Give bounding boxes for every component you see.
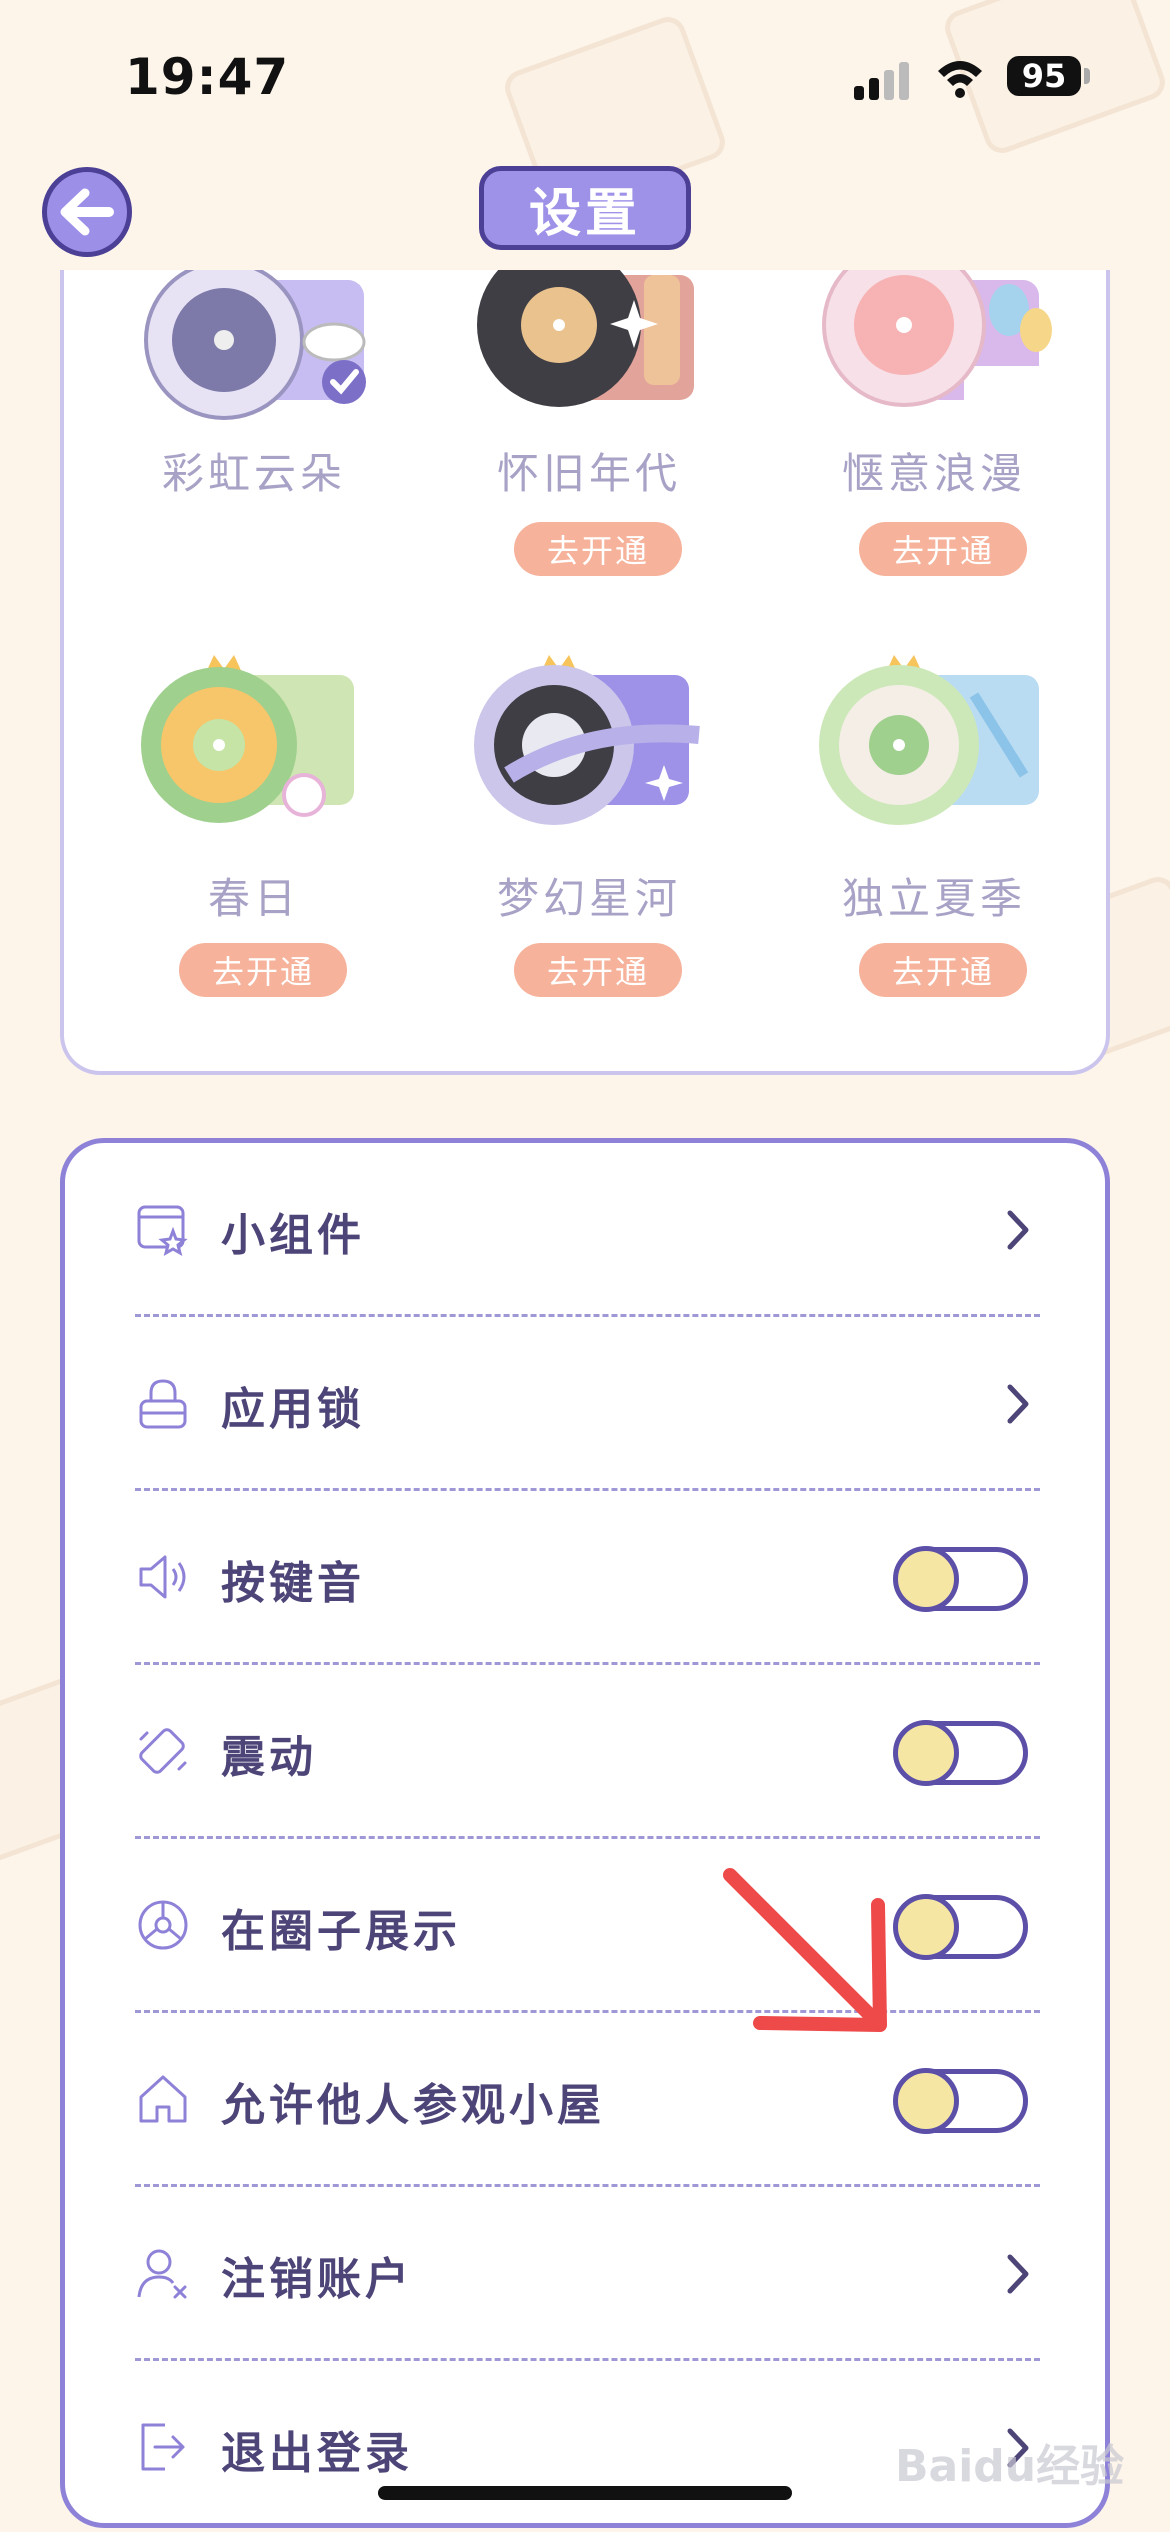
toggle-knob: [893, 1546, 959, 1612]
back-button[interactable]: [42, 167, 132, 257]
wifi-icon: [938, 61, 982, 98]
theme-name: 春日: [207, 874, 300, 923]
setting-label: 按键音: [221, 1558, 365, 1609]
setting-label: 震动: [221, 1732, 317, 1783]
theme-item-independent-summer[interactable]: 独立夏季 去开通: [784, 655, 1084, 997]
setting-row-vibration: 震动: [135, 1665, 1040, 1839]
theme-item-nostalgic-era[interactable]: 怀旧年代 去开通: [439, 270, 739, 600]
setting-row-allow-visit-house: 允许他人参观小屋: [135, 2013, 1040, 2187]
setting-row-show-in-circle: 在圈子展示: [135, 1839, 1040, 2013]
theme-name: 彩虹云朵: [161, 449, 346, 498]
toggle-knob: [893, 1894, 959, 1960]
lock-icon: [139, 1379, 187, 1429]
theme-item-dream-galaxy[interactable]: 梦幻星河 去开通: [439, 655, 739, 997]
house-icon: [139, 2075, 187, 2123]
annotation-arrow-icon: [723, 1868, 887, 2032]
battery-tip: [1084, 68, 1090, 84]
activate-button[interactable]: 去开通: [179, 943, 347, 997]
allow-visit-house-toggle[interactable]: [893, 2068, 1028, 2134]
arrow-left-icon: [60, 188, 114, 236]
setting-row-delete-account[interactable]: 注销账户: [135, 2187, 1040, 2361]
user-remove-icon: [137, 2249, 187, 2299]
activate-button[interactable]: 去开通: [514, 522, 682, 576]
status-bar: 19:47 95: [0, 0, 1170, 150]
vibration-toggle[interactable]: [893, 1720, 1028, 1786]
activate-button[interactable]: 去开通: [859, 522, 1027, 576]
independent-summer-theme-icon: [819, 655, 1039, 825]
chevron-right-icon: [1007, 1384, 1029, 1424]
setting-label: 允许他人参观小屋: [221, 2080, 605, 2131]
setting-label: 退出登录: [221, 2428, 413, 2479]
spring-day-theme-icon: [141, 655, 354, 823]
setting-row-key-sound: 按键音: [135, 1491, 1040, 1665]
battery-indicator: 95: [1007, 56, 1081, 96]
setting-label: 在圈子展示: [221, 1906, 461, 1957]
setting-label: 注销账户: [221, 2254, 413, 2305]
speaker-icon: [139, 1555, 186, 1599]
setting-row-app-lock[interactable]: 应用锁: [135, 1317, 1040, 1491]
dream-galaxy-theme-icon: [474, 655, 700, 825]
settings-panel: 小组件 应用锁 按键音 震动 在圈子展示 允许他人参观小屋 注销账户 退出登录: [60, 1138, 1110, 2528]
theme-name: 惬意浪漫: [841, 449, 1026, 498]
theme-name: 怀旧年代: [496, 449, 681, 498]
battery-level: 95: [1021, 57, 1067, 95]
theme-panel: 彩虹云朵 怀旧年代 去开通 惬意浪漫 去开通 春日 去开通 梦幻星河 去开通 独…: [60, 270, 1110, 1075]
theme-item-rainbow-cloud[interactable]: 彩虹云朵: [104, 270, 404, 600]
circle-icon: [138, 1900, 188, 1950]
setting-label: 小组件: [221, 1210, 365, 1261]
theme-name: 独立夏季: [841, 874, 1026, 923]
cellular-signal-icon: [854, 62, 909, 100]
widget-icon: [137, 1205, 188, 1257]
toggle-knob: [893, 2068, 959, 2134]
show-in-circle-toggle[interactable]: [893, 1894, 1028, 1960]
setting-row-widget[interactable]: 小组件: [135, 1143, 1040, 1317]
chevron-right-icon: [1007, 1210, 1029, 1250]
chevron-right-icon: [1007, 2254, 1029, 2294]
activate-button[interactable]: 去开通: [514, 943, 682, 997]
activate-button[interactable]: 去开通: [859, 943, 1027, 997]
status-time: 19:47: [125, 48, 290, 106]
vibrate-icon: [139, 1728, 187, 1774]
key-sound-toggle[interactable]: [893, 1546, 1028, 1612]
watermark: Baidu经验: [895, 2441, 1125, 2492]
theme-item-cozy-romance[interactable]: 惬意浪漫 去开通: [784, 270, 1084, 600]
logout-icon: [141, 2423, 185, 2471]
setting-label: 应用锁: [221, 1384, 365, 1435]
toggle-knob: [893, 1720, 959, 1786]
page-title: 设置: [479, 166, 691, 250]
theme-item-spring-day[interactable]: 春日 去开通: [104, 655, 404, 997]
theme-name: 梦幻星河: [496, 874, 681, 923]
home-indicator: [378, 2486, 792, 2500]
